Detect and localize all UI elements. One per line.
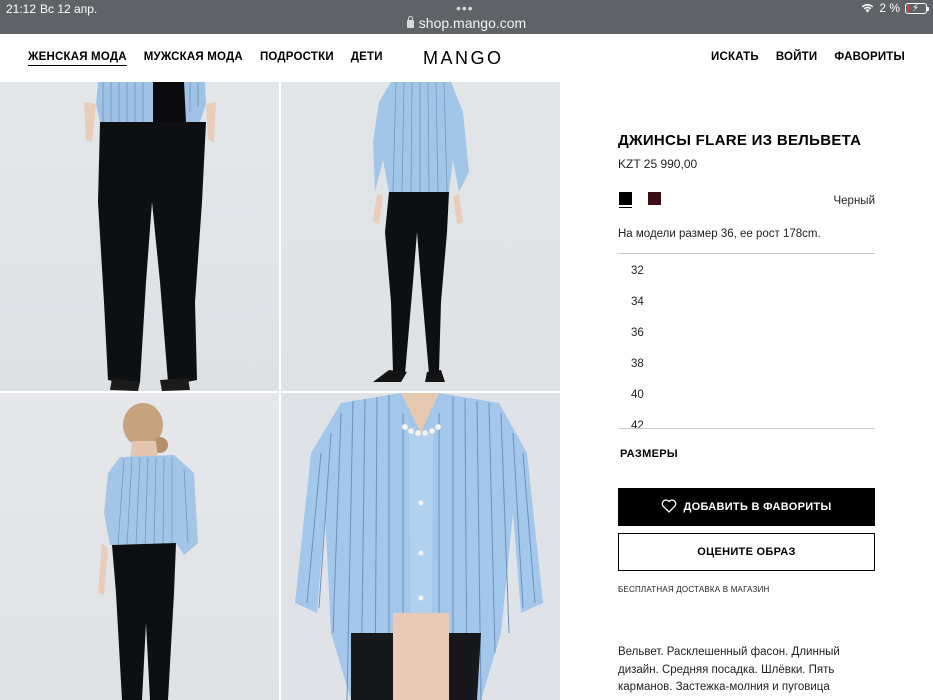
color-swatch-black[interactable] [619,192,632,205]
status-bar: 21:12 Вс 12 апр. ••• shop.mango.com 2 % … [0,0,933,34]
status-time: 21:12 [6,2,37,16]
wifi-icon [861,3,874,13]
color-swatch-burgundy[interactable] [648,192,661,205]
utility-nav: ИСКАТЬ ВОЙТИ ФАВОРИТЫ [711,51,905,65]
sizes-divider-top [618,253,875,254]
product-photo-1[interactable] [0,82,279,391]
heart-icon [661,498,677,516]
size-option[interactable]: 38 [631,358,644,370]
product-info-panel: ДЖИНСЫ FLARE ИЗ ВЕЛЬВЕТА KZT 25 990,00 Ч… [560,82,933,700]
size-list[interactable]: 32 34 36 38 40 42 [618,255,875,428]
search-link[interactable]: ИСКАТЬ [711,51,759,65]
add-to-favorites-label: ДОБАВИТЬ В ФАВОРИТЫ [683,501,832,513]
nav-men[interactable]: МУЖСКАЯ МОДА [144,51,243,66]
nav-women[interactable]: ЖЕНСКАЯ МОДА [28,51,127,66]
size-option[interactable]: 36 [631,327,644,339]
size-option[interactable]: 42 [631,420,644,428]
url-text: shop.mango.com [418,15,527,31]
login-link[interactable]: ВОЙТИ [776,51,818,65]
add-to-favorites-button[interactable]: ДОБАВИТЬ В ФАВОРИТЫ [618,488,875,526]
battery-percent: 2 % [879,1,900,15]
nav-kids[interactable]: ДЕТИ [351,51,383,66]
delivery-note: БЕСПЛАТНАЯ ДОСТАВКА В МАГАЗИН [618,585,770,594]
nav-teens[interactable]: ПОДРОСТКИ [260,51,334,66]
status-date: Вс 12 апр. [40,2,98,16]
product-description: Вельвет. Расклешенный фасон. Длинный диз… [618,646,840,693]
address-bar[interactable]: shop.mango.com [0,15,933,31]
size-guide-link[interactable]: РАЗМЕРЫ [620,448,678,460]
rate-look-label: ОЦЕНИТЕ ОБРАЗ [697,546,796,558]
size-option[interactable]: 34 [631,296,644,308]
size-option[interactable]: 40 [631,389,644,401]
model-size-info: На модели размер 36, ее рост 178cm. [618,228,821,240]
size-option[interactable]: 32 [631,265,644,277]
product-photo-4[interactable] [281,393,560,700]
favorites-link[interactable]: ФАВОРИТЫ [834,51,905,65]
product-photo-2[interactable] [281,82,560,391]
product-title: ДЖИНСЫ FLARE ИЗ ВЕЛЬВЕТА [618,132,862,149]
site-header: ЖЕНСКАЯ МОДА МУЖСКАЯ МОДА ПОДРОСТКИ ДЕТИ… [0,34,933,82]
product-photo-3[interactable] [0,393,279,700]
lock-icon [406,16,414,28]
product-price: KZT 25 990,00 [618,157,698,171]
sizes-divider-bottom [618,428,875,429]
logo[interactable]: MANGO [423,48,504,69]
battery-icon: ⚡ [905,2,929,14]
selected-swatch-underline [619,207,632,208]
selected-color-name: Черный [833,195,876,207]
rate-look-button[interactable]: ОЦЕНИТЕ ОБРАЗ [618,533,875,571]
product-gallery [0,82,560,700]
main-nav: ЖЕНСКАЯ МОДА МУЖСКАЯ МОДА ПОДРОСТКИ ДЕТИ [28,51,383,66]
more-dots-icon[interactable]: ••• [456,0,474,16]
